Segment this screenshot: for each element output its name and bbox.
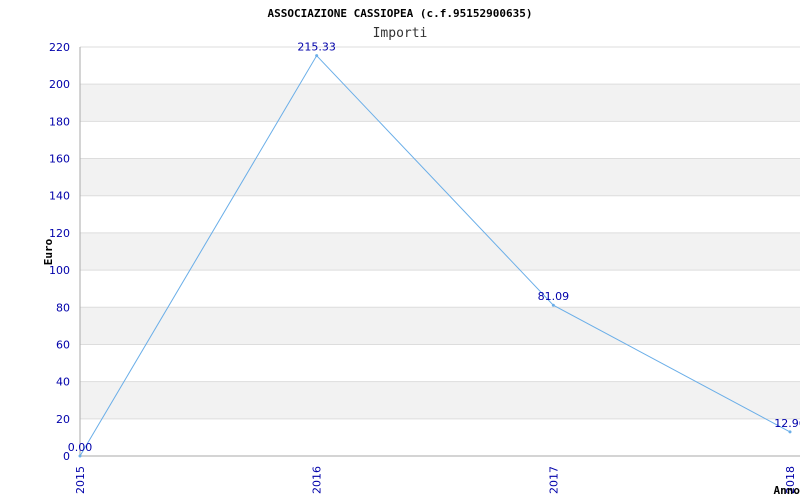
x-tick-label: 2017 — [547, 466, 560, 494]
y-tick-label: 160 — [49, 153, 70, 166]
data-point — [315, 54, 319, 58]
y-tick-label: 140 — [49, 190, 70, 203]
grid-band — [80, 84, 800, 122]
data-label: 0.00 — [68, 441, 93, 454]
plot-bands — [80, 84, 800, 419]
y-tick-label: 180 — [49, 115, 70, 128]
grid-band — [80, 307, 800, 345]
y-tick-label: 60 — [56, 338, 70, 351]
y-tick-label: 20 — [56, 413, 70, 426]
x-axis-ticks: 2015 2016 2017 2018 — [74, 466, 797, 494]
x-tick-label: 2015 — [74, 466, 87, 494]
chart-subtitle: Importi — [373, 26, 428, 41]
x-tick-label: 2016 — [311, 466, 324, 494]
y-tick-label: 80 — [56, 301, 70, 314]
data-point — [551, 303, 555, 307]
y-tick-label: 220 — [49, 41, 70, 54]
y-axis-label: Euro — [42, 238, 55, 265]
y-tick-label: 120 — [49, 227, 70, 240]
y-tick-label: 200 — [49, 78, 70, 91]
y-tick-label: 40 — [56, 376, 70, 389]
data-point — [788, 430, 792, 434]
line-chart: 020406080100120140160180200220 2015 2016 2… — [42, 7, 800, 497]
data-label: 12.96 — [774, 417, 800, 430]
chart-title: ASSOCIAZIONE CASSIOPEA (c.f.95152900635) — [268, 7, 533, 20]
grid-band — [80, 232, 800, 271]
grid-band — [80, 381, 800, 419]
grid-band — [80, 158, 800, 196]
x-axis-label: Anno — [774, 484, 800, 497]
data-point — [78, 454, 82, 458]
data-label: 81.09 — [538, 290, 570, 303]
data-label: 215.33 — [297, 41, 336, 54]
